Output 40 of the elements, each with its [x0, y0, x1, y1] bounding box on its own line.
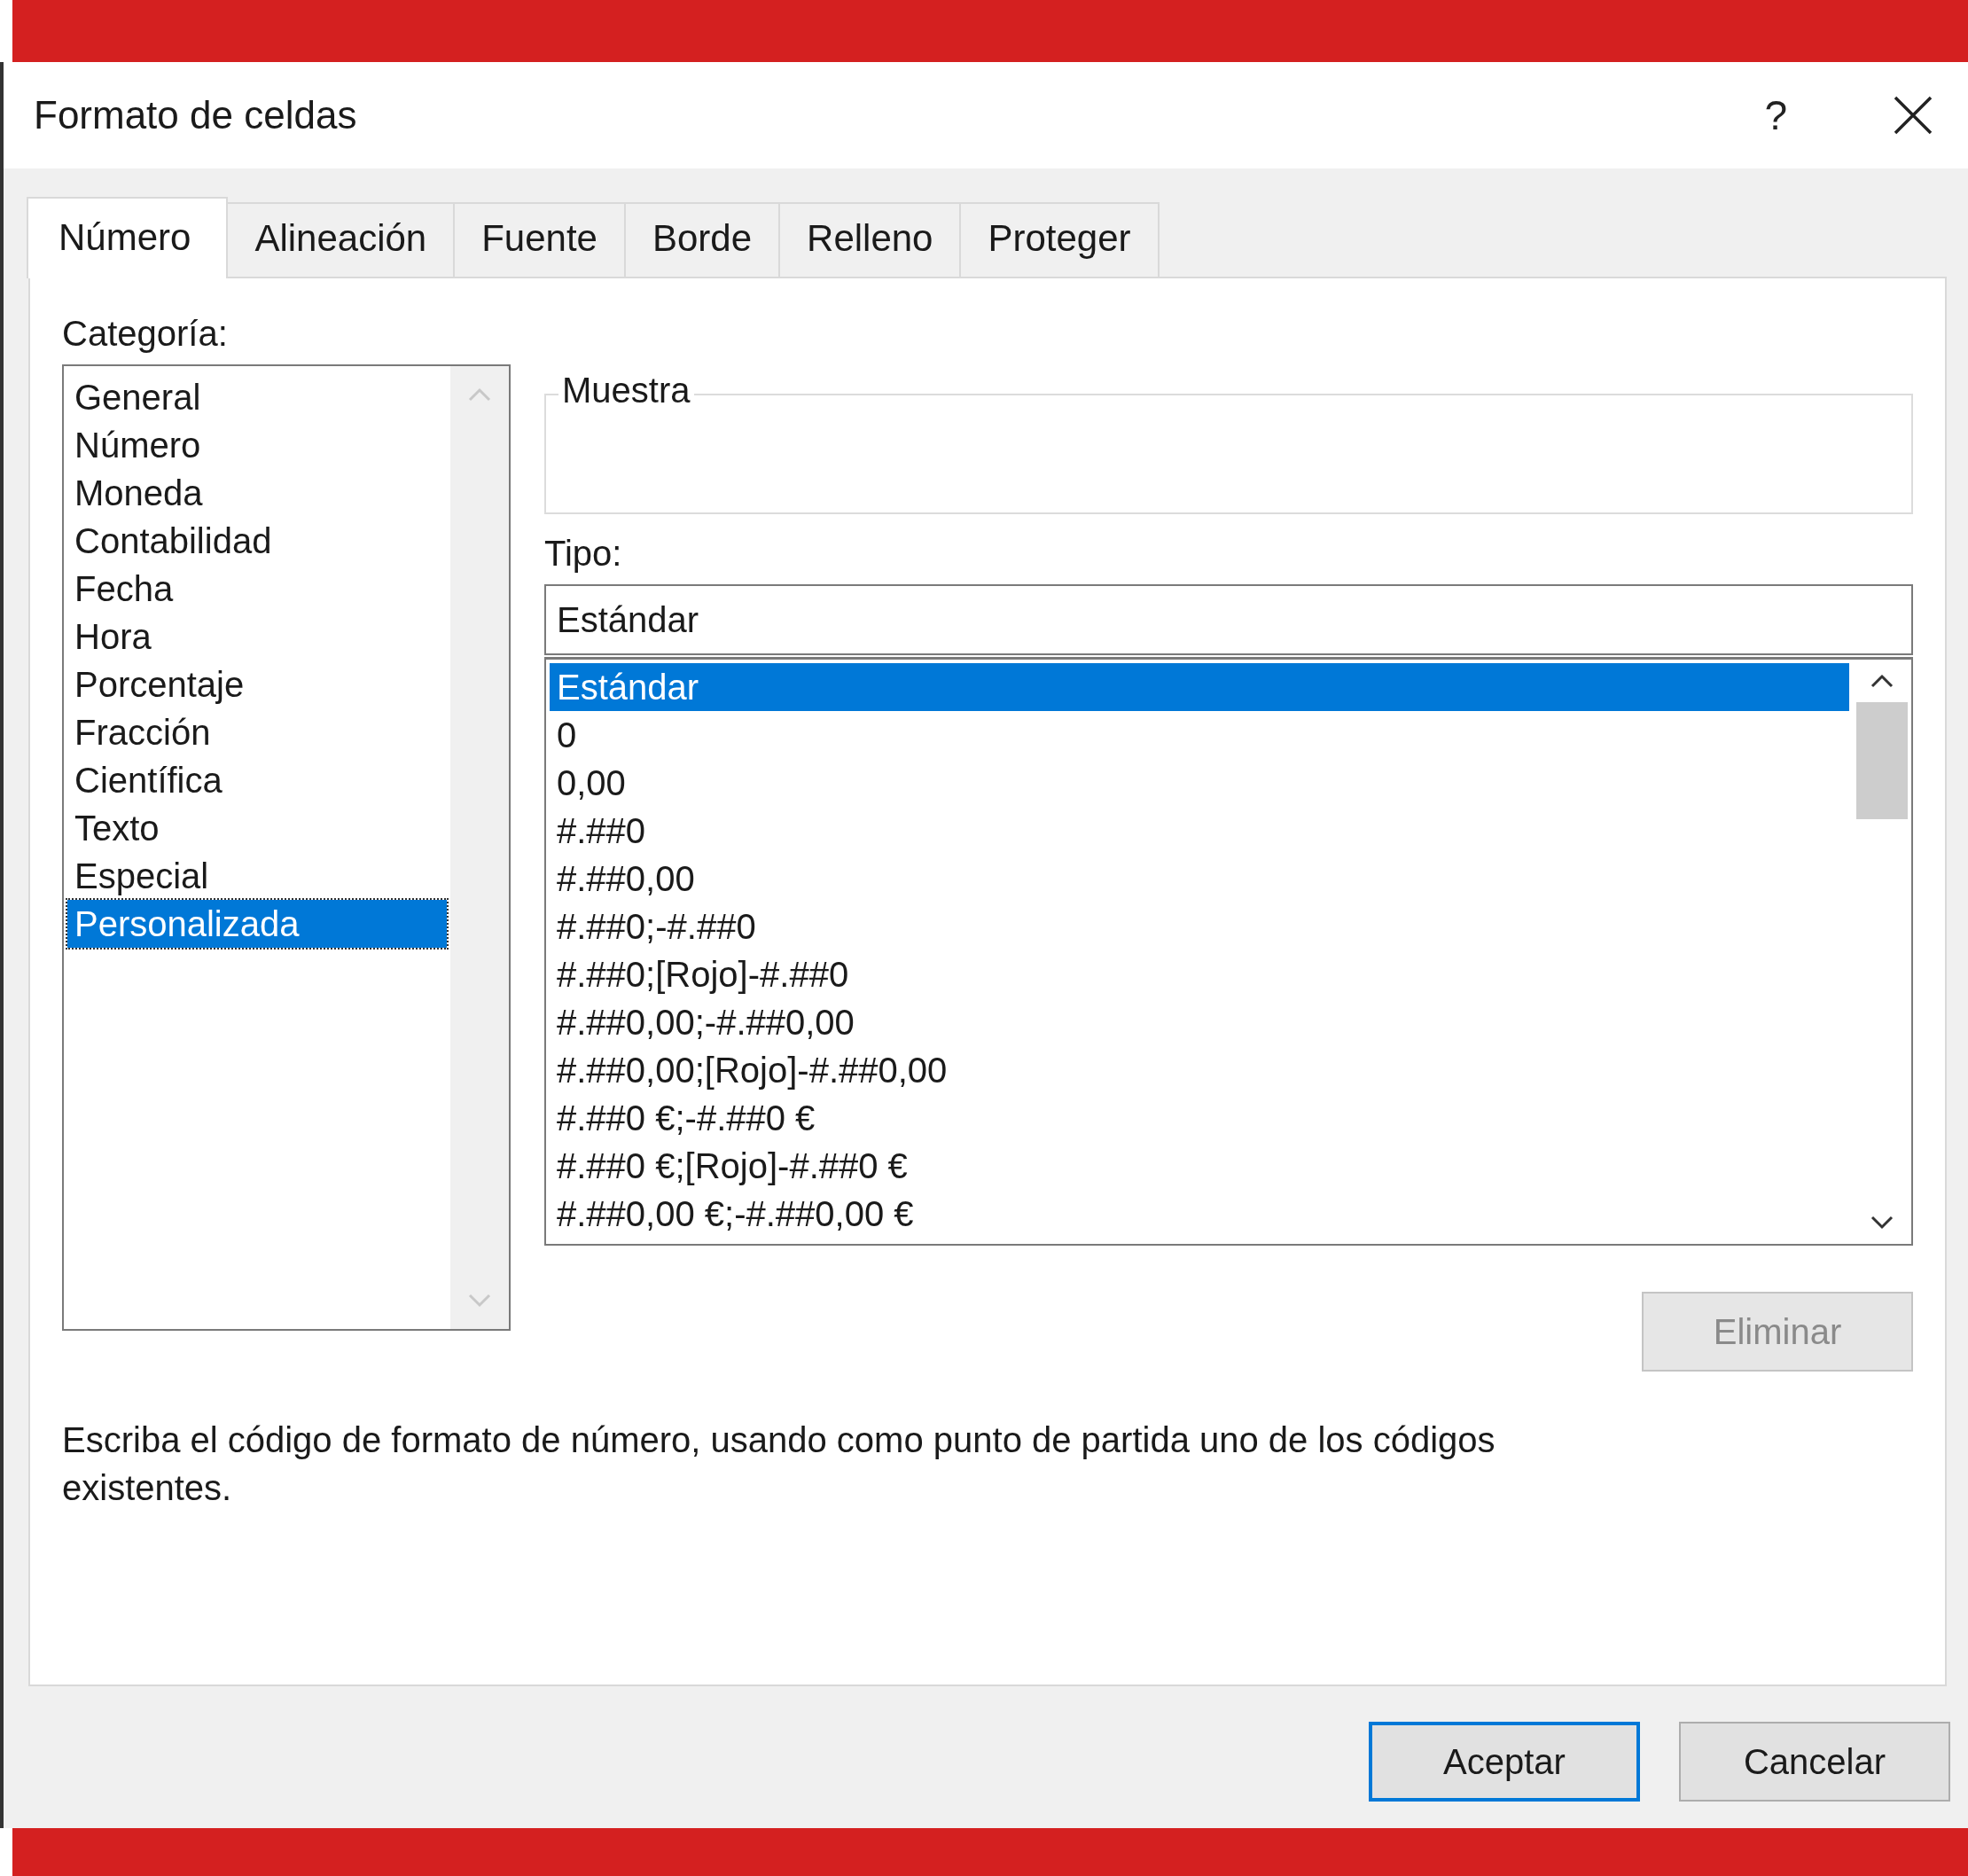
format-item[interactable]: #.##0,00;-#.##0,00	[550, 998, 1849, 1046]
scroll-thumb[interactable]	[1856, 702, 1908, 819]
format-item[interactable]: #.##0,00 €;-#.##0,00 €	[550, 1190, 1849, 1238]
category-item[interactable]: Especial	[67, 852, 216, 900]
category-item[interactable]: Hora	[67, 613, 159, 661]
category-item[interactable]: Moneda	[67, 469, 210, 517]
format-item[interactable]: #.##0 €;-#.##0 €	[550, 1094, 1849, 1142]
format-item[interactable]: #.##0,00	[550, 855, 1849, 903]
help-button[interactable]: ?	[1764, 91, 1787, 139]
scroll-up-icon[interactable]	[1870, 672, 1894, 690]
category-item[interactable]: Fecha	[67, 565, 181, 613]
category-item[interactable]: Científica	[67, 756, 230, 804]
format-item[interactable]: #.##0;-#.##0	[550, 903, 1849, 950]
close-icon[interactable]	[1894, 96, 1933, 135]
format-item[interactable]: 0,00	[550, 759, 1849, 807]
format-list[interactable]: Estándar 0 0,00 #.##0 #.##0,00 #.##0;-#.##0 #.##0;[Rojo]-#.##0 #.##0,00;-#.##0,00 #.##0,00;[Rojo]-#.##0,00 #.##0 €;-#.##0 € #.##0 €;[Rojo]-#.##0 € #.##0,00 €;-#.##0,00 €	[544, 657, 1913, 1246]
category-item[interactable]: Contabilidad	[67, 517, 279, 565]
dialog-button[interactable]: Aceptar	[1369, 1722, 1640, 1802]
format-item[interactable]: #.##0	[550, 807, 1849, 855]
tab[interactable]: Proteger	[959, 202, 1160, 277]
tab[interactable]: Número	[27, 197, 229, 278]
window-title: Formato de celdas	[34, 93, 358, 137]
category-item[interactable]: Texto	[67, 804, 167, 852]
category-item[interactable]: Número	[67, 421, 208, 469]
format-item[interactable]: 0	[550, 711, 1849, 759]
format-item[interactable]: #.##0;[Rojo]-#.##0	[550, 950, 1849, 998]
description-text: Escriba el código de formato de número, usando como punto de partida uno de los códigos existentes.	[62, 1419, 1496, 1509]
dialog-button[interactable]: Cancelar	[1679, 1722, 1950, 1802]
format-item[interactable]: #.##0,00;[Rojo]-#.##0,00	[550, 1046, 1849, 1094]
scroll-down-icon[interactable]	[1870, 1214, 1894, 1231]
type-input-field[interactable]: Estándar	[544, 584, 1913, 655]
format-item[interactable]: #.##0 €;[Rojo]-#.##0 €	[550, 1142, 1849, 1190]
category-label: Categoría:	[62, 314, 229, 354]
category-list[interactable]: General Número Moneda Contabilidad Fecha Hora Porcentaje Fracción Científica Texto Especial Personalizada	[62, 364, 511, 1331]
category-item[interactable]: General	[67, 373, 208, 421]
format-item[interactable]: Estándar	[550, 663, 1849, 711]
category-item[interactable]: Porcentaje	[67, 661, 252, 708]
type-label: Tipo:	[544, 534, 623, 574]
category-item[interactable]: Personalizada	[67, 900, 447, 948]
category-item[interactable]: Fracción	[67, 708, 218, 756]
